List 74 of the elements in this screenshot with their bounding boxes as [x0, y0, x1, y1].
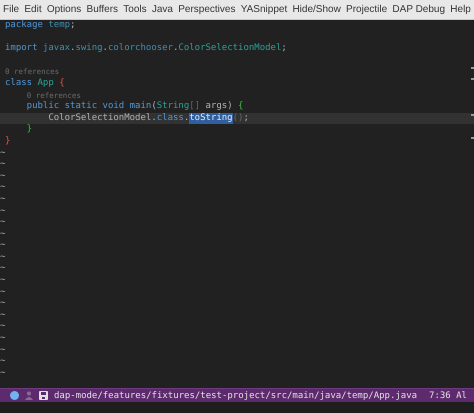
code-token: App — [36, 78, 54, 90]
code-token: temp — [47, 20, 70, 32]
code-token: . — [184, 112, 190, 124]
menu-item[interactable]: Hide/Show — [292, 4, 341, 15]
code-token: () — [232, 112, 244, 124]
empty-line-marker: ~ — [0, 206, 6, 218]
code-token: [] — [189, 101, 200, 113]
status-dot-icon — [10, 391, 19, 400]
empty-line-marker: ~ — [0, 252, 6, 264]
code-token: } — [26, 124, 32, 136]
empty-line-marker: ~ — [0, 321, 6, 334]
code-token: ; — [243, 112, 249, 124]
code-token: ColorSelectionModel — [178, 43, 282, 55]
menu-item[interactable]: DAP Debug — [392, 4, 446, 15]
empty-line-marker: ~ — [0, 298, 6, 310]
code-token: ( — [151, 101, 157, 113]
empty-line-marker: ~ — [0, 368, 6, 380]
fringe-mark — [471, 137, 474, 139]
code-token: . — [151, 112, 157, 124]
empty-line-marker: ~ — [0, 333, 6, 345]
code-token: import — [5, 43, 38, 55]
code-token: . — [102, 43, 108, 55]
code-token: class — [5, 78, 32, 90]
person-icon — [25, 391, 33, 400]
code-token: args — [204, 101, 228, 113]
empty-line-marker: ~ — [0, 310, 6, 322]
code-token: javax — [42, 43, 70, 55]
menu-item[interactable]: Buffers — [86, 4, 118, 15]
empty-line-marker: ~ — [0, 159, 6, 171]
code-token: package — [5, 20, 43, 32]
file-path: dap-mode/features/fixtures/test-project/src/main/java/temp/App.java — [54, 390, 418, 400]
code-token: ; — [70, 20, 76, 32]
menu-item[interactable]: Edit — [24, 4, 42, 15]
code-token: swing — [75, 43, 103, 55]
menu-item[interactable]: Java — [152, 4, 173, 15]
empty-line-marker: ~ — [0, 194, 6, 206]
code-token: colorchooser — [108, 43, 173, 55]
code-token: ) — [227, 101, 233, 113]
fringe-mark — [471, 67, 474, 69]
code-token: { — [237, 101, 244, 113]
menu-item[interactable]: Tools — [123, 4, 147, 15]
empty-line-marker: ~ — [0, 356, 6, 368]
empty-line-marker: ~ — [0, 275, 6, 287]
code-token: class — [156, 112, 184, 124]
code-token: public — [26, 101, 60, 113]
empty-line-marker: ~ — [0, 228, 6, 240]
code-token: { — [58, 78, 65, 90]
empty-line-marker: ~ — [0, 217, 6, 229]
code-token: . — [173, 43, 178, 55]
menu-item[interactable]: File — [3, 4, 20, 15]
code-token: main — [128, 101, 152, 113]
menu-item[interactable]: Options — [46, 4, 82, 15]
menu-item[interactable]: YASnippet — [240, 4, 288, 15]
empty-line-marker: ~ — [0, 240, 6, 252]
fringe-mark — [471, 78, 474, 80]
menu-item[interactable]: Perspectives — [178, 4, 236, 15]
code-token: static — [64, 101, 98, 113]
empty-line-marker: ~ — [0, 170, 6, 182]
code-token: String — [156, 101, 190, 113]
empty-line-marker: ~ — [0, 182, 6, 194]
code-token: . — [70, 43, 76, 55]
empty-line-marker: ~ — [0, 148, 6, 160]
code-token: void — [102, 101, 124, 113]
code-token: ; — [281, 43, 287, 55]
menu-item[interactable]: Projectile — [346, 4, 388, 15]
menu-item[interactable]: Help — [450, 4, 471, 15]
code-token: } — [5, 136, 10, 148]
code-token: toString — [189, 112, 233, 124]
empty-line-marker: ~ — [0, 263, 6, 276]
empty-line-marker: ~ — [0, 344, 6, 356]
empty-line-marker: ~ — [0, 286, 6, 298]
fringe-mark — [471, 114, 474, 116]
clock-time: 7:36 Al — [429, 390, 467, 400]
code-token: ColorSelectionModel — [47, 112, 152, 124]
